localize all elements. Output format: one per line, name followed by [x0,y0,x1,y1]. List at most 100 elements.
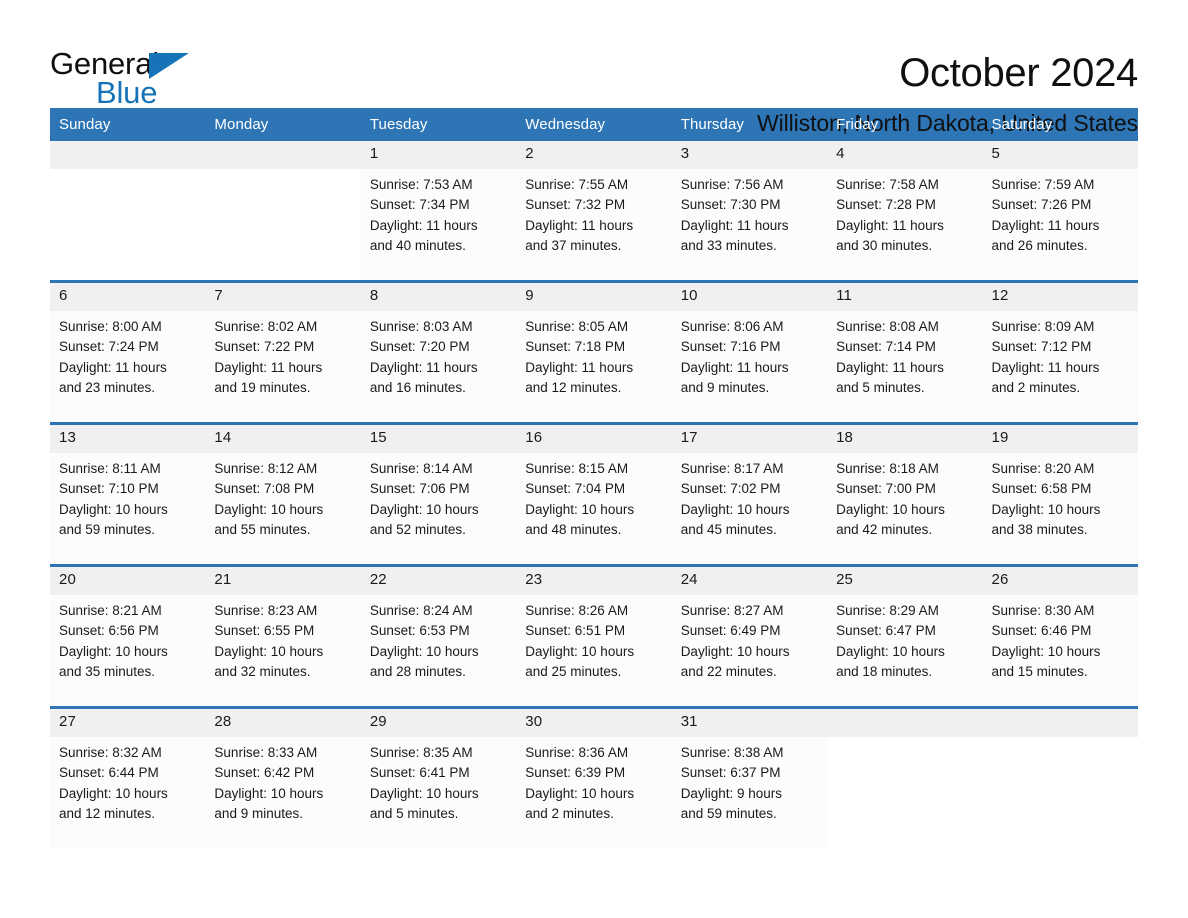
sunrise-sunset-calendar: Sunday Monday Tuesday Wednesday Thursday… [50,108,1138,848]
logo-triangle-icon [149,53,189,79]
daylight-2-text: and 33 minutes. [680,237,777,253]
day-cell[interactable]: Sunrise: 8:14 AM Sunset: 7:06 PM Daylight:… [360,453,517,564]
day-cell[interactable]: Sunrise: 8:33 AM Sunset: 6:42 PM Daylight:… [205,737,361,848]
day-number-cell[interactable]: 21 [205,567,361,595]
day-number-cell[interactable]: 23 [516,567,672,595]
sunrise-text: Sunrise: 7:56 AM [680,177,784,192]
sunset-text: Sunset: 7:14 PM [836,339,936,355]
daylight-1-text: Daylight: 11 hours [991,359,1100,375]
day-cell[interactable]: Sunrise: 8:27 AM Sunset: 6:49 PM Daylight:… [671,595,828,706]
day-number-cell[interactable]: 18 [827,425,983,453]
daylight-1-text: Daylight: 11 hours [680,217,789,233]
empty-day-number-cell [50,141,206,169]
sunset-text: Sunset: 6:55 PM [214,623,315,639]
day-cell[interactable]: Sunrise: 7:56 AM Sunset: 7:30 PM Daylight:… [671,169,828,280]
day-number-cell[interactable]: 15 [360,425,517,453]
day-detail-row: Sunrise: 8:21 AM Sunset: 6:56 PM Daylight:… [50,595,1138,706]
daylight-1-text: Daylight: 10 hours [214,501,324,517]
daylight-2-text: and 23 minutes. [59,379,156,395]
day-cell[interactable]: Sunrise: 7:59 AM Sunset: 7:26 PM Daylight:… [982,169,1138,280]
daylight-1-text: Daylight: 10 hours [836,501,945,517]
day-number-cell[interactable]: 25 [827,567,983,595]
day-cell[interactable]: Sunrise: 8:00 AM Sunset: 7:24 PM Daylight:… [50,311,206,422]
daylight-2-text: and 55 minutes. [214,521,311,537]
page-title: October 2024 [899,51,1138,95]
day-number-cell[interactable]: 17 [671,425,828,453]
day-cell[interactable]: Sunrise: 8:11 AM Sunset: 7:10 PM Daylight:… [50,453,206,564]
day-number-cell[interactable]: 27 [50,709,206,737]
daylight-2-text: and 12 minutes. [59,805,156,821]
daylight-1-text: Daylight: 10 hours [369,643,479,659]
sunrise-text: Sunrise: 8:08 AM [836,319,939,334]
day-cell[interactable]: Sunrise: 8:18 AM Sunset: 7:00 PM Daylight:… [827,453,983,564]
day-cell[interactable]: Sunrise: 8:02 AM Sunset: 7:22 PM Daylight:… [205,311,361,422]
day-cell[interactable]: Sunrise: 8:35 AM Sunset: 6:41 PM Daylight:… [360,737,517,848]
sunrise-text: Sunrise: 8:11 AM [59,461,161,476]
day-number-cell[interactable]: 4 [827,141,983,169]
day-number-cell[interactable]: 30 [516,709,672,737]
day-cell[interactable]: Sunrise: 8:06 AM Sunset: 7:16 PM Daylight:… [671,311,828,422]
day-number-cell[interactable]: 14 [205,425,361,453]
day-cell[interactable]: Sunrise: 8:17 AM Sunset: 7:02 PM Daylight:… [671,453,828,564]
daylight-1-text: Daylight: 9 hours [680,785,782,801]
daylight-1-text: Daylight: 10 hours [369,785,479,801]
sunrise-text: Sunrise: 7:59 AM [991,177,1095,192]
sunset-text: Sunset: 7:26 PM [991,197,1092,213]
day-number-cell[interactable]: 20 [50,567,206,595]
day-cell[interactable]: Sunrise: 8:30 AM Sunset: 6:46 PM Daylight:… [982,595,1138,706]
day-cell[interactable]: Sunrise: 8:08 AM Sunset: 7:14 PM Daylight:… [827,311,983,422]
day-cell[interactable]: Sunrise: 8:15 AM Sunset: 7:04 PM Daylight:… [516,453,672,564]
day-number-cell[interactable]: 29 [360,709,517,737]
daylight-2-text: and 35 minutes. [59,663,156,679]
day-number-cell[interactable]: 26 [982,567,1138,595]
day-cell[interactable]: Sunrise: 8:09 AM Sunset: 7:12 PM Daylight:… [982,311,1138,422]
day-number-cell[interactable]: 2 [516,141,672,169]
day-number-cell[interactable]: 6 [50,283,206,311]
day-cell[interactable]: Sunrise: 7:58 AM Sunset: 7:28 PM Daylight:… [827,169,983,280]
daylight-1-text: Daylight: 11 hours [836,359,944,375]
day-number-cell[interactable]: 24 [671,567,828,595]
day-cell[interactable]: Sunrise: 8:03 AM Sunset: 7:20 PM Daylight:… [360,311,517,422]
day-cell[interactable]: Sunrise: 8:29 AM Sunset: 6:47 PM Daylight:… [827,595,983,706]
day-detail-row: Sunrise: 8:32 AM Sunset: 6:44 PM Daylight:… [50,737,1138,848]
daylight-2-text: and 59 minutes. [59,521,156,537]
date-number-row: 27 28 29 30 31 [50,709,1138,737]
day-number-cell[interactable]: 3 [671,141,828,169]
day-number-cell[interactable]: 10 [671,283,828,311]
day-number-cell[interactable]: 13 [50,425,206,453]
sunset-text: Sunset: 7:12 PM [991,339,1092,355]
day-number-cell[interactable]: 11 [827,283,983,311]
day-number-cell[interactable]: 22 [360,567,517,595]
day-cell[interactable]: Sunrise: 8:38 AM Sunset: 6:37 PM Daylight:… [671,737,828,848]
day-number-cell[interactable]: 28 [205,709,361,737]
daylight-1-text: Daylight: 10 hours [214,643,324,659]
sunset-text: Sunset: 6:47 PM [836,623,936,639]
day-cell[interactable]: Sunrise: 8:21 AM Sunset: 6:56 PM Daylight:… [50,595,206,706]
day-number-cell[interactable]: 5 [982,141,1138,169]
day-cell[interactable]: Sunrise: 8:20 AM Sunset: 6:58 PM Daylight:… [982,453,1138,564]
day-cell[interactable]: Sunrise: 8:26 AM Sunset: 6:51 PM Daylight:… [516,595,672,706]
sunrise-text: Sunrise: 8:00 AM [59,319,162,334]
day-number-cell[interactable]: 1 [360,141,517,169]
day-cell[interactable]: Sunrise: 7:55 AM Sunset: 7:32 PM Daylight:… [516,169,672,280]
sunset-text: Sunset: 7:00 PM [836,481,936,497]
day-cell[interactable]: Sunrise: 7:53 AM Sunset: 7:34 PM Daylight:… [360,169,517,280]
general-blue-logo: General Blue [50,48,200,118]
day-cell[interactable]: Sunrise: 8:36 AM Sunset: 6:39 PM Daylight:… [516,737,672,848]
page-header: General Blue October 2024 Williston, Nor… [50,0,1138,137]
day-number-cell[interactable]: 7 [205,283,361,311]
daylight-2-text: and 38 minutes. [991,521,1088,537]
day-number-cell[interactable]: 16 [516,425,672,453]
day-number-cell[interactable]: 8 [360,283,517,311]
day-cell[interactable]: Sunrise: 8:05 AM Sunset: 7:18 PM Daylight:… [516,311,672,422]
daylight-1-text: Daylight: 10 hours [369,501,479,517]
day-cell[interactable]: Sunrise: 8:23 AM Sunset: 6:55 PM Daylight:… [205,595,361,706]
day-cell[interactable]: Sunrise: 8:32 AM Sunset: 6:44 PM Daylight:… [50,737,206,848]
daylight-2-text: and 45 minutes. [680,521,777,537]
day-cell[interactable]: Sunrise: 8:12 AM Sunset: 7:08 PM Daylight:… [205,453,361,564]
day-number-cell[interactable]: 19 [982,425,1138,453]
day-number-cell[interactable]: 31 [671,709,828,737]
day-cell[interactable]: Sunrise: 8:24 AM Sunset: 6:53 PM Daylight:… [360,595,517,706]
day-number-cell[interactable]: 12 [982,283,1138,311]
day-number-cell[interactable]: 9 [516,283,672,311]
